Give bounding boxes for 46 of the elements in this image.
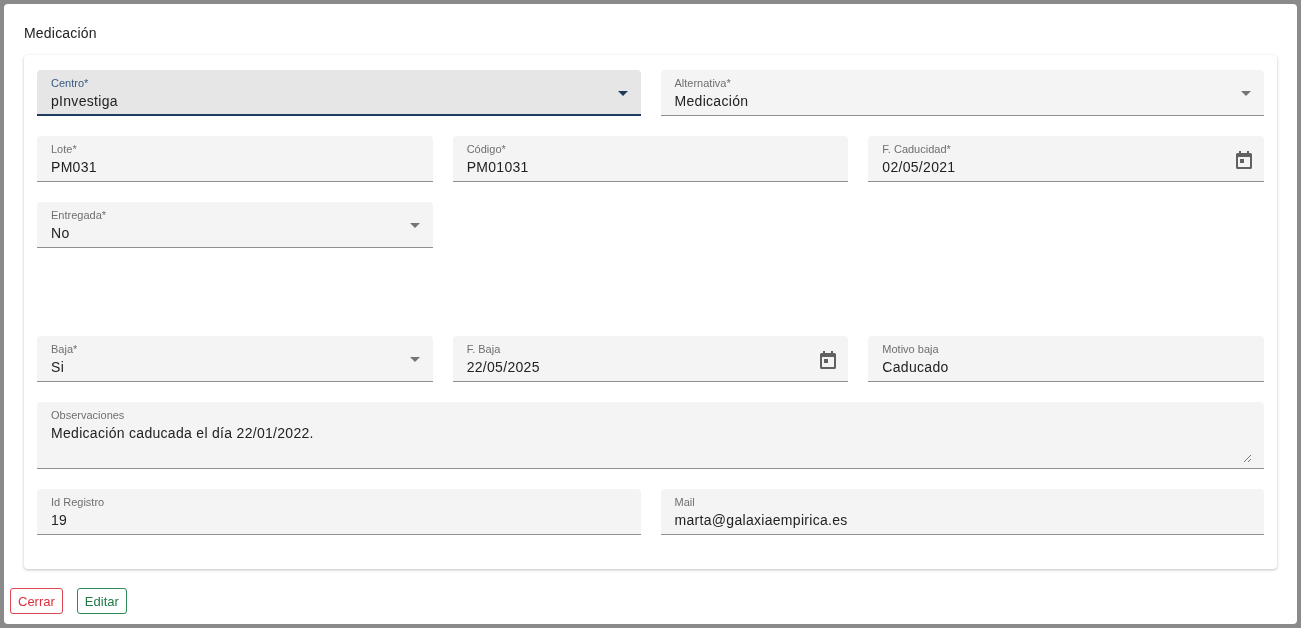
caret-icon <box>409 357 420 362</box>
field-value: pInvestiga <box>51 93 118 110</box>
text-field[interactable]: Id Registro 19 <box>37 489 641 535</box>
field-label: Lote* <box>51 142 77 156</box>
select-field[interactable]: Entregada* No <box>37 202 433 248</box>
field-value: Medicación caducada el día 22/01/2022. <box>51 425 314 442</box>
field-label: F. Caducidad* <box>882 142 951 156</box>
select-field[interactable]: Baja* Si <box>37 336 433 382</box>
caret-icon <box>409 223 420 228</box>
select-field[interactable]: Centro* pInvestiga <box>37 70 641 116</box>
field-label: Mail <box>674 495 695 509</box>
field-value: marta@galaxiaempirica.es <box>674 512 848 529</box>
calendar-icon[interactable] <box>1236 151 1252 169</box>
close-button[interactable]: Cerrar <box>10 588 63 614</box>
field-value: No <box>51 225 70 242</box>
field-value: Medicación <box>674 93 749 110</box>
date-field[interactable]: F. Baja 22/05/2025 <box>452 336 849 382</box>
field-value: PM01031 <box>466 159 529 176</box>
field-label: Centro* <box>51 76 89 90</box>
text-field[interactable]: Código* PM01031 <box>452 136 849 182</box>
field-label: Alternativa* <box>674 76 731 90</box>
field-label: Observaciones <box>51 408 125 422</box>
field-label: Código* <box>466 142 506 156</box>
select-field[interactable]: Alternativa* Medicación <box>660 70 1264 116</box>
text-field[interactable]: Lote* PM031 <box>37 136 433 182</box>
field-label: Entregada* <box>51 208 107 222</box>
caret-icon <box>617 91 628 96</box>
field-label: Motivo baja <box>882 342 939 356</box>
dialog-title: Medicación <box>24 25 98 41</box>
text-field[interactable]: Motivo baja Caducado <box>868 336 1264 382</box>
caret-icon <box>1241 91 1251 96</box>
field-value: Caducado <box>882 359 949 376</box>
edit-button[interactable]: Editar <box>76 588 127 614</box>
field-value: 19 <box>51 512 68 529</box>
field-label: Baja* <box>51 342 78 356</box>
text-area[interactable]: Observaciones Medicación caducada el día 22/01/2022. <box>37 402 1264 469</box>
text-field[interactable]: Mail marta@galaxiaempirica.es <box>660 489 1264 535</box>
field-label: Id Registro <box>51 495 105 509</box>
date-field[interactable]: F. Caducidad* 02/05/2021 <box>868 136 1264 182</box>
field-label: F. Baja <box>466 342 501 356</box>
calendar-icon[interactable] <box>820 351 837 369</box>
field-value: PM031 <box>51 159 97 176</box>
field-value: 22/05/2025 <box>466 359 540 376</box>
field-value: Si <box>51 359 65 376</box>
field-value: 02/05/2021 <box>882 159 956 176</box>
resize-grip-icon[interactable] <box>1243 454 1251 462</box>
